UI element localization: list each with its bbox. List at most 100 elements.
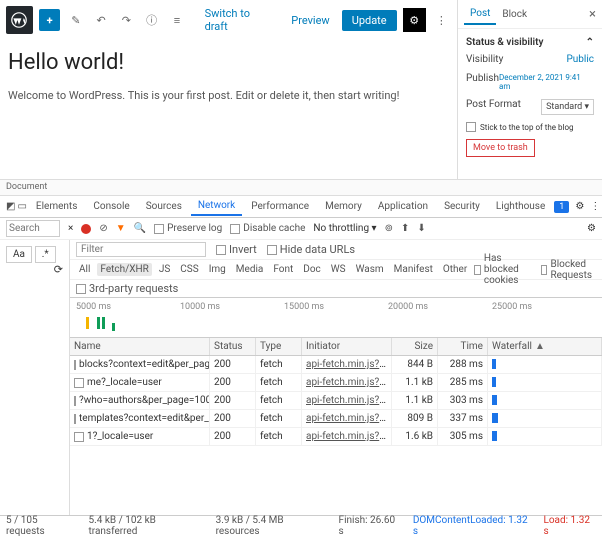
wifi-icon[interactable]: ⊚	[385, 223, 393, 234]
filter-icon[interactable]: ▼	[116, 223, 126, 234]
update-button[interactable]: Update	[342, 10, 397, 31]
table-row[interactable]: templates?context=edit&per_page=10...200…	[70, 410, 602, 428]
tab-post[interactable]: Post	[464, 4, 496, 25]
third-party-checkbox[interactable]	[76, 284, 86, 294]
tab-block[interactable]: Block	[496, 5, 533, 24]
disable-cache-checkbox[interactable]	[230, 224, 240, 234]
status-transferred: 5.4 kB / 102 kB transferred	[89, 515, 204, 537]
status-requests: 5 / 105 requests	[6, 515, 77, 537]
type-fetch-xhr[interactable]: Fetch/XHR	[97, 263, 151, 276]
more-icon[interactable]: ⋮	[432, 10, 451, 30]
clear-icon[interactable]: ⊘	[99, 223, 107, 234]
throttle-select[interactable]: No throttling ▾	[313, 223, 376, 234]
dt-more-icon[interactable]: ⋮	[590, 201, 600, 212]
tab-lighthouse[interactable]: Lighthouse	[489, 198, 552, 215]
disable-label: Disable cache	[243, 223, 305, 234]
third-party-label: 3rd-party requests	[89, 282, 178, 295]
chevron-up-icon: ⌃	[586, 37, 594, 48]
messages-badge[interactable]: 1	[554, 201, 569, 213]
redo-icon[interactable]: ↷	[117, 10, 136, 30]
tab-network[interactable]: Network	[191, 197, 242, 216]
edit-icon[interactable]: ✎	[66, 10, 85, 30]
visibility-label: Visibility	[466, 54, 503, 65]
type-css[interactable]: CSS	[177, 263, 201, 276]
gear-icon[interactable]: ⚙	[575, 201, 584, 212]
device-icon[interactable]: ▭	[17, 199, 26, 215]
status-resources: 3.9 kB / 5.4 MB resources	[216, 515, 327, 537]
hide-label: Hide data URLs	[280, 243, 355, 256]
invert-label: Invert	[229, 243, 257, 256]
type-ws[interactable]: WS	[328, 263, 349, 276]
outline-icon[interactable]: ≡	[167, 10, 186, 30]
search-input[interactable]	[6, 220, 60, 237]
type-font[interactable]: Font	[270, 263, 296, 276]
settings-icon[interactable]: ⚙	[403, 8, 426, 32]
hide-urls-checkbox[interactable]	[267, 245, 277, 255]
status-load: Load: 1.32 s	[543, 515, 596, 537]
table-row[interactable]: blocks?context=edit&per_page=100&_l...20…	[70, 356, 602, 374]
type-js[interactable]: JS	[156, 263, 173, 276]
tab-console[interactable]: Console	[86, 198, 136, 215]
type-img[interactable]: Img	[206, 263, 229, 276]
search-close-icon[interactable]: ×	[68, 223, 73, 234]
col-size[interactable]: Size	[392, 338, 438, 355]
move-trash-button[interactable]: Move to trash	[466, 139, 535, 157]
visibility-value[interactable]: Public	[566, 54, 594, 65]
tab-sources[interactable]: Sources	[139, 198, 189, 215]
preserve-label: Preserve log	[167, 223, 222, 234]
netgear-icon[interactable]: ⚙	[587, 223, 596, 234]
tab-performance[interactable]: Performance	[244, 198, 316, 215]
search-icon[interactable]: 🔍	[134, 223, 146, 234]
preview-link[interactable]: Preview	[285, 14, 335, 27]
publish-value[interactable]: December 2, 2021 9:41 am	[499, 73, 594, 91]
preserve-checkbox[interactable]	[154, 224, 164, 234]
type-media[interactable]: Media	[233, 263, 267, 276]
post-title[interactable]: Hello world!	[8, 50, 449, 75]
stick-label: Stick to the top of the blog	[480, 123, 574, 132]
filter-input[interactable]	[76, 242, 206, 257]
table-row[interactable]: 1?_locale=user200fetchapi-fetch.min.js?v…	[70, 428, 602, 446]
col-initiator[interactable]: Initiator	[302, 338, 392, 355]
type-all[interactable]: All	[76, 263, 93, 276]
tab-application[interactable]: Application	[371, 198, 435, 215]
table-row[interactable]: me?_locale=user200fetchapi-fetch.min.js?…	[70, 374, 602, 392]
format-label: Post Format	[466, 99, 521, 115]
type-doc[interactable]: Doc	[300, 263, 324, 276]
tab-memory[interactable]: Memory	[318, 198, 369, 215]
tab-security[interactable]: Security	[437, 198, 487, 215]
undo-icon[interactable]: ↶	[91, 10, 110, 30]
document-label: Document	[0, 180, 602, 196]
col-time[interactable]: Time	[438, 338, 488, 355]
record-icon[interactable]	[81, 224, 91, 234]
switch-draft-link[interactable]: Switch to draft	[199, 7, 280, 33]
type-manifest[interactable]: Manifest	[391, 263, 436, 276]
inspect-icon[interactable]: ◩	[6, 199, 15, 215]
match-case-button[interactable]: Aa	[6, 246, 32, 263]
regex-button[interactable]: .*	[35, 246, 56, 263]
status-visibility-header[interactable]: Status & visibility⌃	[466, 35, 594, 50]
wordpress-logo[interactable]	[6, 6, 33, 34]
type-wasm[interactable]: Wasm	[353, 263, 387, 276]
close-sidebar-icon[interactable]: ×	[589, 7, 596, 22]
blocked_req-checkbox[interactable]	[541, 265, 548, 275]
format-select[interactable]: Standard ▾	[541, 99, 594, 115]
col-type[interactable]: Type	[256, 338, 302, 355]
blocked_cookies-checkbox[interactable]	[474, 265, 481, 275]
publish-label: Publish	[466, 73, 499, 91]
add-block-button[interactable]: +	[39, 9, 60, 31]
sort-up-icon: ▲	[535, 341, 545, 352]
tab-elements[interactable]: Elements	[29, 198, 84, 215]
type-other[interactable]: Other	[440, 263, 470, 276]
info-icon[interactable]: ⓘ	[142, 10, 161, 30]
invert-checkbox[interactable]	[216, 245, 226, 255]
table-row[interactable]: ?who=authors&per_page=100&_locale...200f…	[70, 392, 602, 410]
col-name[interactable]: Name	[70, 338, 210, 355]
timeline[interactable]: 5000 ms10000 ms15000 ms20000 ms25000 ms	[70, 298, 602, 338]
col-status[interactable]: Status	[210, 338, 256, 355]
col-waterfall[interactable]: Waterfall▲	[488, 338, 602, 355]
download-icon[interactable]: ⬇	[417, 223, 425, 234]
refresh-icon[interactable]: ⟳	[54, 263, 63, 276]
stick-checkbox[interactable]	[466, 122, 476, 132]
post-body[interactable]: Welcome to WordPress. This is your first…	[8, 89, 449, 102]
upload-icon[interactable]: ⬆	[401, 223, 409, 234]
